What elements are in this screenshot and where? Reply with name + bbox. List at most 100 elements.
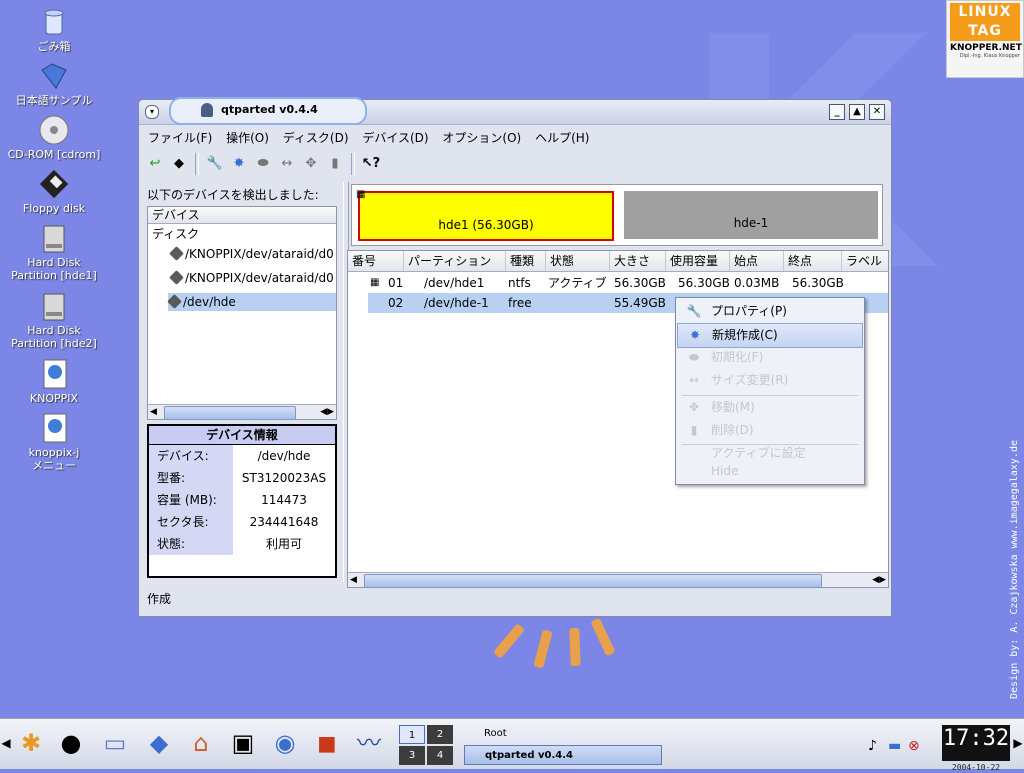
info-row: セクタ長: 234441648: [149, 511, 335, 533]
column-header[interactable]: 状態: [546, 251, 610, 271]
menu-item-resize[interactable]: ↔ サイズ変更(R): [677, 369, 863, 392]
desktop-icon-label: CD-ROM [cdrom]: [7, 148, 101, 161]
move-icon[interactable]: ✥: [301, 154, 321, 174]
context-menu: 🔧 プロパティ(P) ✸ 新規作成(C) ⬬ 初期化(F) ↔ サイズ変更(R) ✥ 移動…: [675, 297, 865, 485]
kmenu-icon[interactable]: ✱: [16, 727, 46, 759]
tree-item-label: /dev/hde: [183, 295, 236, 309]
trash-icon[interactable]: ▮: [325, 154, 345, 174]
menu-disk[interactable]: ディスク(D): [278, 126, 354, 149]
taskbar-scroll-left-icon[interactable]: ◀: [0, 727, 12, 759]
partition-block-free[interactable]: hde-1: [624, 191, 878, 239]
menu-item-properties[interactable]: 🔧 プロパティ(P): [677, 300, 863, 323]
tree-header[interactable]: デバイス: [148, 207, 336, 224]
new-partition-icon: ✸: [689, 328, 701, 342]
scroll-left-arrow[interactable]: ◀: [350, 573, 357, 587]
tree-item-device-selected[interactable]: /dev/hde: [167, 293, 336, 311]
menu-item-hide[interactable]: Hide: [677, 460, 863, 483]
info-value: 利用可: [265, 537, 302, 551]
window-menu-button[interactable]: ▾: [145, 105, 159, 119]
tree-node-disks[interactable]: ディスク: [152, 225, 199, 243]
tree-horizontal-scrollbar[interactable]: ◀ ◀▶: [148, 404, 336, 420]
commit-icon[interactable]: ↩: [145, 154, 165, 174]
scroll-right-arrow[interactable]: ◀▶: [872, 573, 886, 587]
column-header[interactable]: 使用容量: [666, 251, 730, 271]
disk-icon[interactable]: ◆: [169, 154, 189, 174]
trash-icon: [38, 6, 70, 38]
desktop-icon-cdrom[interactable]: CD-ROM [cdrom]: [4, 114, 104, 161]
clock[interactable]: 17:32 2004-10-22: [942, 725, 1010, 772]
penguin-icon[interactable]: ●: [56, 727, 86, 759]
desktop-icon-label: Hard Disk Partition [hde1]: [11, 256, 97, 282]
column-header[interactable]: 番号: [348, 251, 404, 271]
browser-icon[interactable]: ◉: [270, 727, 300, 759]
desktop-icon-floppy[interactable]: Floppy disk: [4, 168, 104, 215]
menu-file[interactable]: ファイル(F): [143, 126, 217, 149]
toolbar-separator: [351, 153, 355, 175]
desktop-icon-hdd1[interactable]: Hard Disk Partition [hde1]: [4, 222, 104, 282]
cell-used: 56.30GB: [678, 276, 730, 290]
menu-item-label: 新規作成(C): [712, 328, 778, 342]
close-button[interactable]: ✕: [869, 104, 885, 120]
table-row[interactable]: ▦ 01 /dev/hde1 ntfs アクティブ 56.30GB 56.30G…: [348, 273, 888, 293]
cell-start: 0.03MB: [734, 276, 780, 290]
openoffice-icon[interactable]: 〰: [354, 727, 384, 759]
menu-item-move[interactable]: ✥ 移動(M): [677, 396, 863, 419]
desktop-icon-knoppix[interactable]: KNOPPIX: [4, 358, 104, 405]
partition-block-hde1[interactable]: hde1 (56.30GB): [358, 191, 614, 241]
scroll-right-arrow[interactable]: ◀▶: [320, 405, 334, 419]
desktop-icon-label: KNOPPIX: [29, 392, 79, 405]
tree-item-device[interactable]: /KNOPPIX/dev/ataraid/d0: [169, 269, 334, 287]
column-header[interactable]: 大きさ: [610, 251, 666, 271]
pager-desktop-1[interactable]: 1: [399, 725, 425, 744]
list-horizontal-scrollbar[interactable]: ◀ ◀▶: [348, 572, 888, 588]
window-list-icon[interactable]: ▭: [100, 727, 130, 759]
harddisk-icon: [169, 246, 184, 261]
whats-this-icon[interactable]: ↖?: [361, 154, 381, 174]
resize-icon[interactable]: ↔: [277, 154, 297, 174]
maximize-button[interactable]: ▲: [849, 104, 865, 120]
taskbar-scroll-right-icon[interactable]: ▶: [1012, 727, 1024, 759]
file-manager-icon[interactable]: ◆: [144, 727, 174, 759]
terminal-icon[interactable]: ▣: [228, 727, 258, 759]
minimize-button[interactable]: _: [829, 104, 845, 120]
keyboard-icon[interactable]: ▬: [888, 738, 901, 754]
menu-help[interactable]: ヘルプ(H): [530, 126, 594, 149]
menu-device[interactable]: デバイス(D): [357, 126, 433, 149]
office-icon[interactable]: ◼: [312, 727, 342, 759]
menu-options[interactable]: オプション(O): [437, 126, 526, 149]
pager-desktop-4[interactable]: 4: [427, 746, 453, 765]
device-tree: デバイス ディスク /KNOPPIX/dev/ataraid/d0 /KNOPP…: [147, 206, 337, 420]
pager-desktop-2[interactable]: 2: [427, 725, 453, 744]
menu-item-format[interactable]: ⬬ 初期化(F): [677, 346, 863, 369]
column-header[interactable]: 始点: [730, 251, 784, 271]
scroll-thumb[interactable]: [164, 406, 296, 420]
logo-line-knopper: KNOPPER.NET: [950, 43, 1022, 53]
column-header[interactable]: 種類: [506, 251, 546, 271]
menu-item-delete[interactable]: ▮ 削除(D): [677, 419, 863, 442]
network-status-icon[interactable]: ⊗: [908, 738, 920, 754]
menu-item-label: 初期化(F): [711, 350, 764, 364]
task-root[interactable]: Root: [464, 724, 662, 744]
column-header[interactable]: 終点: [784, 251, 842, 271]
title-bar[interactable]: ▾ qtparted v0.4.4 _ ▲ ✕: [139, 97, 891, 125]
windows-flag-icon: ▦: [370, 277, 380, 288]
eraser-icon[interactable]: ⬬: [253, 154, 273, 174]
desktop-icon-japanese-sample[interactable]: 日本語サンプル: [4, 60, 104, 107]
menu-operations[interactable]: 操作(O): [221, 126, 274, 149]
wrench-icon[interactable]: 🔧: [205, 154, 225, 174]
pager-desktop-3[interactable]: 3: [399, 746, 425, 765]
scroll-left-arrow[interactable]: ◀: [150, 405, 157, 419]
tree-item-device[interactable]: /KNOPPIX/dev/ataraid/d0: [169, 245, 334, 263]
column-header[interactable]: ラベル: [842, 251, 888, 271]
desktop-icon-knoppix-menu[interactable]: knoppix-j メニュー: [4, 412, 104, 472]
new-partition-icon[interactable]: ✸: [229, 154, 249, 174]
desktop-icon-hdd2[interactable]: Hard Disk Partition [hde2]: [4, 290, 104, 350]
clipboard-icon[interactable]: ♪: [868, 738, 877, 754]
home-icon[interactable]: ⌂: [186, 727, 216, 759]
scroll-thumb[interactable]: [364, 574, 822, 588]
title-tab[interactable]: qtparted v0.4.4: [169, 97, 367, 125]
menu-item-create[interactable]: ✸ 新規作成(C): [677, 323, 863, 348]
task-qtparted[interactable]: qtparted v0.4.4: [464, 745, 662, 765]
column-header[interactable]: パーティション: [404, 251, 506, 271]
desktop-icon-trash[interactable]: ごみ箱: [4, 6, 104, 53]
